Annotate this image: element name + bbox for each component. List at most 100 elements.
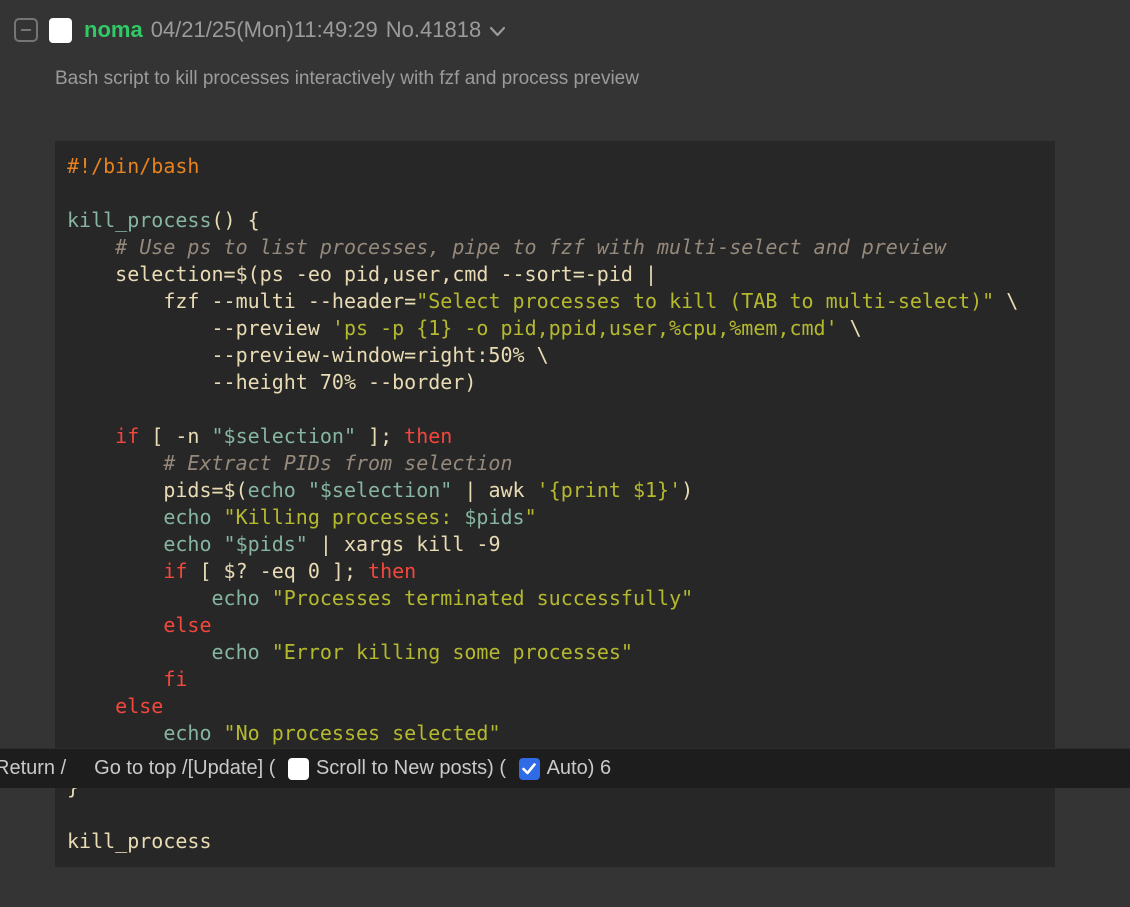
code-token-def: | awk [452, 478, 536, 502]
code-line: echo "$pids" | xargs kill -9 [67, 531, 1043, 558]
code-token-def: --preview-window=right:50% \ [67, 343, 549, 367]
update-link[interactable]: [Update] [188, 757, 264, 780]
chevron-down-icon[interactable] [489, 26, 506, 38]
code-line: echo "Killing processes: $pids" [67, 504, 1043, 531]
scroll-to-new-posts-checkbox[interactable] [288, 758, 309, 780]
code-token-def: ]; [356, 424, 404, 448]
auto-update-checkbox[interactable] [519, 758, 540, 780]
code-token-def: fzf --multi --header= [67, 289, 416, 313]
code-token-kw: if [67, 559, 187, 583]
code-line: # Use ps to list processes, pipe to fzf … [67, 234, 1043, 261]
separator: / [176, 757, 187, 780]
code-line [67, 180, 1043, 207]
go-to-top-link[interactable]: Go to top [94, 757, 176, 780]
code-token-fn: echo [163, 721, 211, 745]
code-token-str: 'ps -p {1} -o pid,ppid,user,%cpu,%mem,cm… [332, 316, 838, 340]
paren: ( [263, 757, 281, 780]
code-token-def [260, 586, 272, 610]
code-token-def: | xargs kill -9 [308, 532, 501, 556]
code-token-sh: #!/bin/bash [67, 154, 199, 178]
code-token-var: "$selection" [212, 424, 357, 448]
code-token-def: pids=$( [67, 478, 248, 502]
new-posts-count: 6 [600, 757, 611, 780]
code-token-fn: kill_process [67, 208, 212, 232]
code-token-def: --height 70% --border) [67, 370, 476, 394]
code-line [67, 801, 1043, 828]
code-token-kw: then [368, 559, 416, 583]
code-token-fn: echo [212, 640, 260, 664]
code-token-com: # Use ps to list processes, pipe to fzf … [67, 235, 946, 259]
code-token-def: ) [681, 478, 693, 502]
code-token-kw: then [404, 424, 452, 448]
post-checkbox[interactable] [49, 18, 72, 43]
scroll-to-new-posts-label: Scroll to New posts [316, 757, 487, 780]
code-token-str: "No processes selected" [224, 721, 501, 745]
code-token-def [212, 532, 224, 556]
code-line: echo "Error killing some processes" [67, 639, 1043, 666]
code-line: fzf --multi --header="Select processes t… [67, 288, 1043, 315]
code-token-def [67, 505, 163, 529]
code-token-var: "$pids" [224, 532, 308, 556]
code-token-def: \ [838, 316, 862, 340]
poster-name: noma [84, 17, 143, 43]
code-token-def: [ $? -eq 0 ]; [187, 559, 368, 583]
code-token-def [67, 532, 163, 556]
code-line: --height 70% --border) [67, 369, 1043, 396]
code-line: #!/bin/bash [67, 153, 1043, 180]
code-token-def [67, 586, 212, 610]
paren: ) ( [487, 757, 511, 780]
post-number: No.41818 [386, 17, 481, 43]
code-token-fn: echo [248, 478, 296, 502]
code-token-def [296, 478, 308, 502]
code-token-def [212, 721, 224, 745]
code-token-def [260, 640, 272, 664]
separator: / [55, 757, 66, 780]
code-line: if [ -n "$selection" ]; then [67, 423, 1043, 450]
code-token-fn: echo [163, 532, 211, 556]
code-line: echo "No processes selected" [67, 720, 1043, 747]
code-line: selection=$(ps -eo pid,user,cmd --sort=-… [67, 261, 1043, 288]
code-line [67, 396, 1043, 423]
code-token-var: "$selection" [308, 478, 453, 502]
code-token-var: $pids [464, 505, 524, 529]
code-token-str: "Killing processes: [224, 505, 465, 529]
collapse-post-icon[interactable] [14, 18, 38, 42]
bottom-bar: Return / Go to top / [Update] ( Scroll t… [0, 748, 1130, 788]
code-line: else [67, 612, 1043, 639]
code-token-kw: fi [67, 667, 187, 691]
code-token-def: selection=$(ps -eo pid,user,cmd --sort=-… [67, 262, 657, 286]
code-token-str: "Select processes to kill (TAB to multi-… [416, 289, 994, 313]
minus-icon [21, 29, 31, 31]
code-token-fn: echo [212, 586, 260, 610]
code-token-kw: else [67, 694, 163, 718]
code-line: pids=$(echo "$selection" | awk '{print $… [67, 477, 1043, 504]
code-token-kw: else [67, 613, 212, 637]
code-line: --preview-window=right:50% \ [67, 342, 1043, 369]
code-line: if [ $? -eq 0 ]; then [67, 558, 1043, 585]
code-token-def [67, 640, 212, 664]
code-line: echo "Processes terminated successfully" [67, 585, 1043, 612]
code-token-com: # Extract PIDs from selection [67, 451, 513, 475]
code-token-def: kill_process [67, 829, 212, 853]
code-token-fn: echo [163, 505, 211, 529]
code-token-str: "Error killing some processes" [272, 640, 633, 664]
code-line: else [67, 693, 1043, 720]
code-token-def: () { [212, 208, 260, 232]
post-subject: Bash script to kill processes interactiv… [55, 67, 639, 91]
post-datetime: 04/21/25(Mon)11:49:29 [151, 17, 378, 43]
post-header: noma 04/21/25(Mon)11:49:29 No.41818 [14, 14, 506, 46]
code-token-def: [ -n [139, 424, 211, 448]
code-token-def: --preview [67, 316, 332, 340]
code-line: fi [67, 666, 1043, 693]
return-link[interactable]: Return [0, 757, 55, 780]
code-token-def: \ [994, 289, 1018, 313]
code-token-str: " [525, 505, 537, 529]
code-token-def [67, 721, 163, 745]
code-token-kw: if [67, 424, 139, 448]
code-token-str: '{print $1}' [537, 478, 682, 502]
code-line: kill_process [67, 828, 1043, 855]
code-line: # Extract PIDs from selection [67, 450, 1043, 477]
auto-update-label: Auto [547, 757, 588, 780]
code-line: kill_process() { [67, 207, 1043, 234]
paren: ) [588, 757, 600, 780]
